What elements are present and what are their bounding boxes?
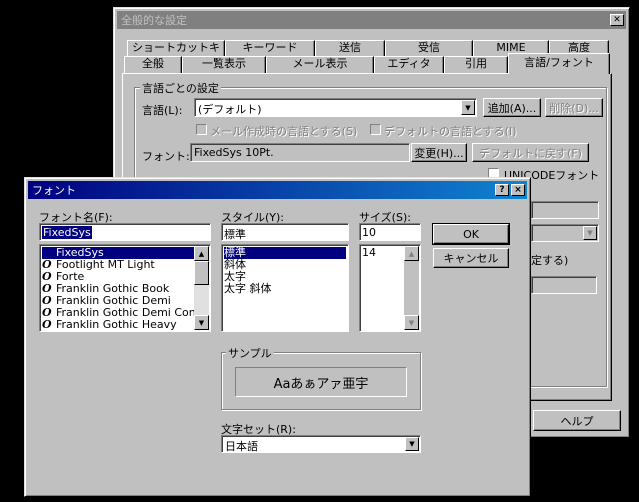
- close-icon[interactable]: ×: [511, 184, 525, 196]
- partial-label: 定する): [531, 254, 569, 267]
- list-item[interactable]: 14: [362, 247, 376, 259]
- scroll-up-icon[interactable]: ▲: [194, 246, 209, 261]
- language-dropdown[interactable]: (デフォルト) ▼: [194, 98, 477, 117]
- change-font-button[interactable]: 変更(H)...: [411, 143, 467, 162]
- tab-mail-view[interactable]: メール表示: [266, 56, 374, 73]
- help-button[interactable]: ヘルプ: [533, 410, 621, 431]
- font-name-value: FixedSys: [42, 226, 92, 239]
- tab-list-view[interactable]: 一覧表示: [182, 56, 266, 73]
- settings-title: 全般的な設定: [121, 14, 187, 27]
- unicode-font-field: [531, 201, 599, 219]
- scroll-down-icon[interactable]: ▼: [404, 315, 419, 330]
- language-dropdown-value: (デフォルト): [198, 103, 262, 116]
- tab-shortcut[interactable]: ショートカットキー: [127, 40, 225, 68]
- restore-default-button[interactable]: デフォルトに戻す(F): [472, 143, 589, 162]
- tab-receive[interactable]: 受信: [385, 40, 473, 57]
- font-dialog-title: フォント: [32, 184, 76, 197]
- size-value: 10: [362, 226, 376, 239]
- add-button[interactable]: 追加(A)...: [483, 98, 541, 117]
- cancel-button[interactable]: キャンセル: [433, 248, 509, 268]
- size-input[interactable]: 10: [359, 223, 421, 241]
- font-label: フォント:: [142, 150, 190, 163]
- chevron-down-icon[interactable]: ▼: [461, 100, 475, 115]
- compose-language-checkbox[interactable]: [196, 124, 207, 135]
- font-display-value: FixedSys 10Pt.: [194, 146, 274, 159]
- tab-general[interactable]: 全般: [124, 56, 182, 73]
- partial-field: [531, 276, 597, 294]
- default-language-checkbox[interactable]: [370, 124, 381, 135]
- scroll-down-icon[interactable]: ▼: [194, 315, 209, 330]
- charset-value: 日本語: [225, 440, 258, 453]
- settings-titlebar[interactable]: 全般的な設定 ✕: [117, 11, 626, 29]
- style-list[interactable]: 標準 斜体 太字 太字 斜体: [221, 244, 349, 332]
- tab-send[interactable]: 送信: [315, 40, 385, 57]
- size-list[interactable]: 14 ▲ ▼: [359, 244, 421, 332]
- font-name-list[interactable]: FixedSys O Footlight MT Light O Forte O Fra…: [39, 244, 211, 332]
- default-language-label: デフォルトの言語とする(I): [384, 125, 517, 138]
- ok-button[interactable]: OK: [432, 223, 510, 245]
- unicode-dropdown[interactable]: ▼: [531, 224, 599, 242]
- list-item[interactable]: O Franklin Gothic Heavy: [42, 319, 177, 331]
- language-settings-group-label: 言語ごとの設定: [140, 80, 221, 96]
- font-name-input[interactable]: FixedSys: [39, 223, 211, 241]
- style-value: 標準: [224, 228, 246, 241]
- language-label: 言語(L):: [142, 104, 183, 117]
- list-item[interactable]: 太字 斜体: [224, 283, 272, 295]
- help-icon[interactable]: ?: [495, 184, 509, 196]
- size-list-scrollbar[interactable]: ▲ ▼: [404, 246, 419, 330]
- tab-language-font[interactable]: 言語/フォント: [508, 53, 610, 74]
- chevron-down-icon[interactable]: ▼: [405, 437, 419, 451]
- scroll-up-icon[interactable]: ▲: [404, 246, 419, 261]
- scroll-thumb[interactable]: [194, 261, 209, 285]
- font-dialog: フォント ? × フォント名(F): FixedSys FixedSys O Fo…: [24, 177, 531, 497]
- tab-keyword[interactable]: キーワード: [225, 40, 315, 57]
- font-dialog-titlebar[interactable]: フォント ? ×: [28, 181, 527, 199]
- tab-quote[interactable]: 引用: [444, 56, 508, 73]
- style-input[interactable]: 標準: [221, 223, 349, 241]
- font-display-field: FixedSys 10Pt.: [190, 143, 410, 162]
- font-list-scrollbar[interactable]: ▲ ▼: [194, 246, 209, 330]
- charset-dropdown[interactable]: 日本語 ▼: [221, 435, 421, 453]
- opentype-font-icon: O: [42, 318, 52, 331]
- sample-group-label: サンプル: [226, 345, 274, 361]
- sample-preview: Aaあぁアァ亜宇: [235, 367, 407, 397]
- chevron-down-icon[interactable]: ▼: [583, 226, 597, 240]
- tab-editor[interactable]: エディタ: [374, 56, 444, 73]
- compose-language-label: メール作成時の言語とする(S): [210, 125, 358, 138]
- settings-close-icon[interactable]: ✕: [610, 14, 624, 26]
- sample-text: Aaあぁアァ亜宇: [273, 376, 369, 392]
- delete-button[interactable]: 削除(D)...: [545, 98, 603, 117]
